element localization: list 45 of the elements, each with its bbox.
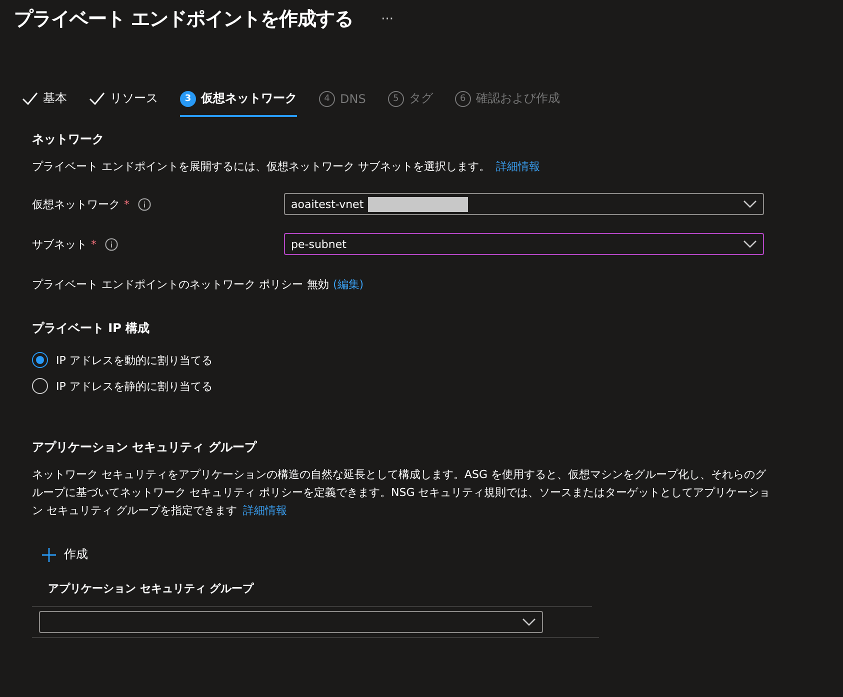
dropdown[interactable]: aoaitest-vnet <box>284 193 764 215</box>
chevron-down-icon <box>743 200 757 208</box>
dropdown-value: aoaitest-vnet <box>291 198 364 210</box>
section-heading: ネットワーク <box>32 131 105 148</box>
radio-label: IP アドレスを動的に割り当てる <box>56 352 212 368</box>
page-title: プライベート エンドポイントを作成する <box>14 7 354 32</box>
chevron-down-icon <box>743 240 757 248</box>
chevron-down-icon <box>522 618 536 626</box>
dropdown[interactable]: pe-subnet <box>284 233 764 255</box>
create-button[interactable]: 作成 <box>38 542 92 567</box>
checkmark-icon <box>89 92 105 105</box>
step-number: 3 <box>180 90 196 106</box>
field-value: 無効 <box>307 276 329 292</box>
wizard-tab[interactable]: 5 タグ <box>388 84 433 117</box>
required-mark: * <box>91 238 96 250</box>
info-icon <box>104 238 118 250</box>
dropdown-value: pe-subnet <box>291 238 346 250</box>
info-icon <box>138 198 150 210</box>
column-header: アプリケーション セキュリティ グループ <box>32 567 592 607</box>
field-label: プライベート エンドポイントのネットワーク ポリシー <box>32 276 303 292</box>
step-number: 4 <box>319 90 335 106</box>
field-label: 仮想ネットワーク <box>32 196 120 212</box>
wizard-tab[interactable]: 基本 <box>22 84 67 117</box>
learn-more-link[interactable]: 詳細情報 <box>243 504 287 517</box>
edit-link[interactable]: (編集) <box>333 276 364 292</box>
radio-button[interactable] <box>32 378 48 394</box>
radio-label: IP アドレスを静的に割り当てる <box>56 378 212 394</box>
section-description: ネットワーク セキュリティをアプリケーションの構造の自然な延長として構成します。ASG を使用すると、仮想マシンをグループ化し、それらのグループに基づいてネットワーク セキュリティ ポリシーを定義できます。NSG セキュリティ規則では、ソースまたはターゲットとしてアプリケーション セキュリティ グループを指定できます 詳細情報 <box>32 467 772 519</box>
learn-more-link[interactable]: 詳細情報 <box>496 160 540 173</box>
section-heading: アプリケーション セキュリティ グループ <box>32 439 258 456</box>
wizard-tab[interactable]: 3 仮想ネットワーク <box>180 84 297 117</box>
section-heading: プライベート IP 構成 <box>32 320 151 337</box>
dropdown[interactable] <box>39 611 543 633</box>
field-label: サブネット <box>32 236 87 252</box>
required-mark: * <box>124 198 130 210</box>
wizard-tab[interactable]: 4 DNS <box>319 84 366 117</box>
radio-button[interactable] <box>32 352 48 368</box>
more-options[interactable]: ··· <box>381 12 394 26</box>
step-number: 5 <box>388 90 404 106</box>
checkmark-icon <box>22 92 38 105</box>
wizard-tab[interactable]: 6 確認および作成 <box>454 84 560 117</box>
step-number: 6 <box>454 90 471 106</box>
wizard-tab[interactable]: リソース <box>89 84 158 117</box>
section-description: プライベート エンドポイントを展開するには、仮想ネットワーク サブネットを選択します。 詳細情報 <box>32 159 541 175</box>
plus-icon <box>42 548 56 562</box>
